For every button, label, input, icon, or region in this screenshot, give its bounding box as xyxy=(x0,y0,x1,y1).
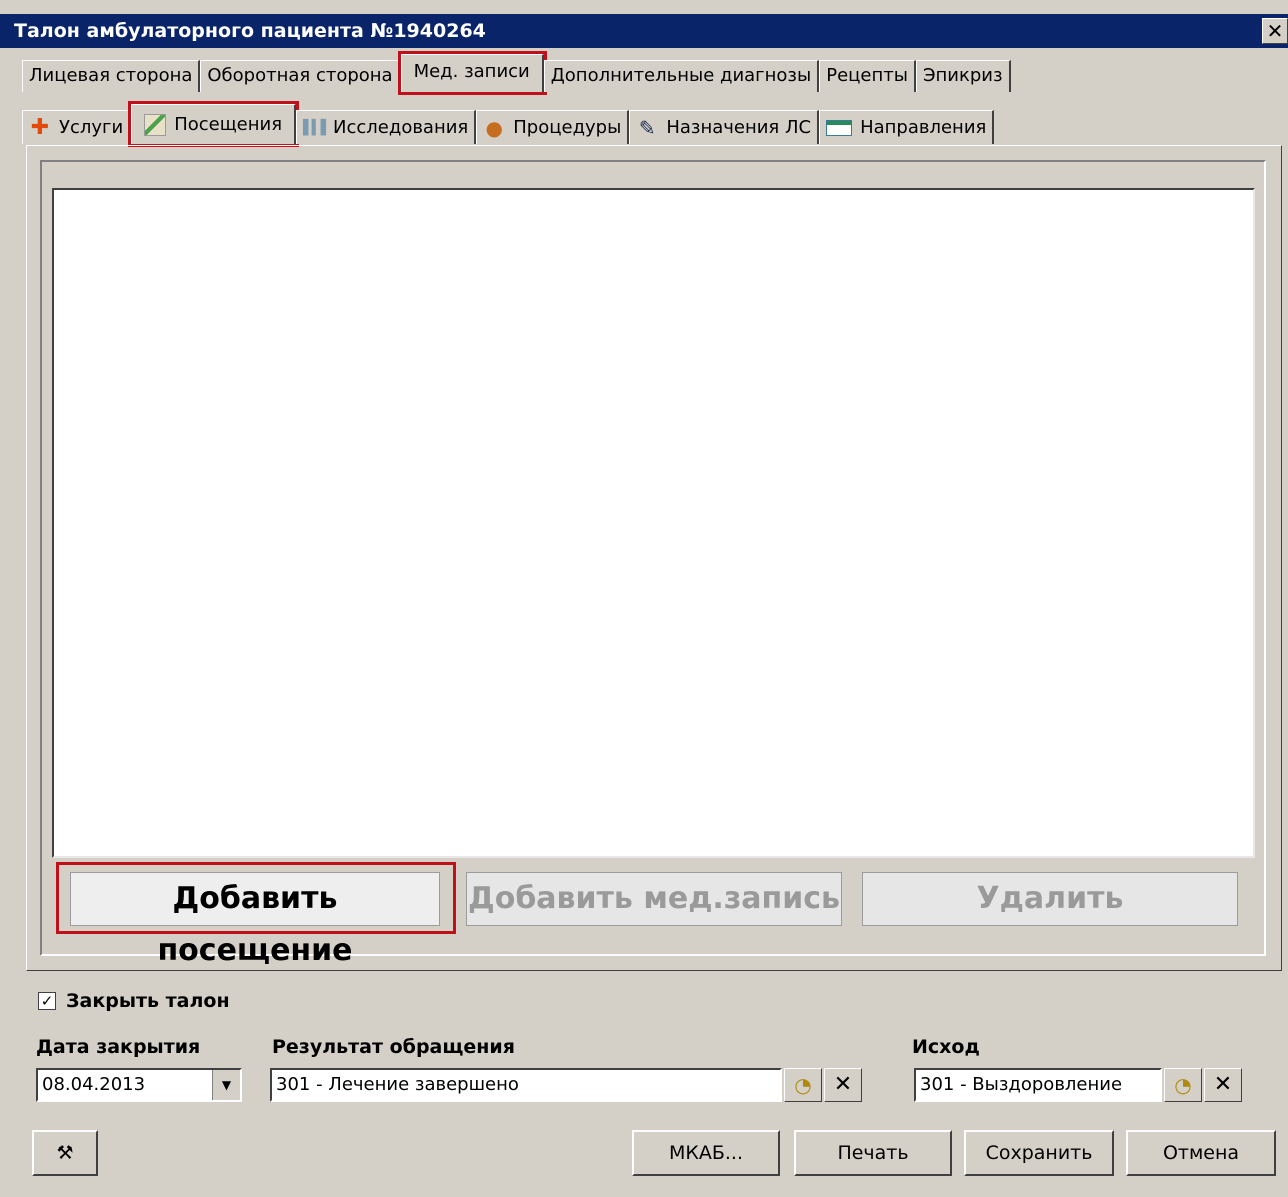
visit-icon xyxy=(144,113,167,136)
close-date-label: Дата закрытия xyxy=(36,1036,201,1058)
close-date-field[interactable]: 08.04.2013 ▼ xyxy=(36,1068,242,1102)
medical-cross-icon: ✚ xyxy=(30,114,50,140)
close-button[interactable]: ✕ xyxy=(1262,18,1288,44)
close-icon: ✕ xyxy=(1213,1072,1233,1097)
tab-prescriptions[interactable]: Рецепты xyxy=(819,60,916,92)
visits-list[interactable] xyxy=(52,188,1255,858)
print-button[interactable]: Печать xyxy=(794,1130,952,1176)
tab-front-side[interactable]: Лицевая сторона xyxy=(22,60,201,92)
cancel-button[interactable]: Отмена xyxy=(1126,1130,1276,1176)
outcome-label: Исход xyxy=(912,1036,980,1058)
close-ticket-checkbox-row[interactable]: ✓ Закрыть талон xyxy=(38,990,230,1012)
tab-services[interactable]: ✚ Услуги xyxy=(22,110,132,144)
chart-bars-icon: ▌▍▌ xyxy=(303,119,331,136)
main-tabs: Лицевая сторона Оборотная сторона Мед. з… xyxy=(22,51,1011,95)
lookup-icon: ◔ xyxy=(794,1073,812,1097)
window-title: Талон амбулаторного пациента №1940264 xyxy=(14,20,486,42)
tab-additional-diagnoses[interactable]: Дополнительные диагнозы xyxy=(543,60,820,92)
tools-button[interactable]: ⚒ xyxy=(32,1130,98,1176)
sub-tabs: ✚ Услуги Посещения ▌▍▌ Исследования ● Пр… xyxy=(22,101,995,147)
result-clear-button[interactable]: ✕ xyxy=(824,1068,862,1102)
syringe-icon: ✎ xyxy=(638,115,656,140)
tools-icon: ⚒ xyxy=(56,1142,74,1164)
outcome-clear-button[interactable]: ✕ xyxy=(1204,1068,1242,1102)
add-med-record-button[interactable]: Добавить мед.запись xyxy=(466,872,842,926)
tab-visits[interactable]: Посещения xyxy=(128,101,300,147)
close-ticket-checkbox[interactable]: ✓ xyxy=(38,992,56,1010)
tab-epicrisis[interactable]: Эпикриз xyxy=(915,60,1011,92)
tab-procedures[interactable]: ● Процедуры xyxy=(476,110,630,144)
close-icon: ✕ xyxy=(1266,19,1284,43)
result-field[interactable]: 301 - Лечение завершено xyxy=(270,1068,782,1102)
outcome-lookup-button[interactable]: ◔ xyxy=(1164,1068,1202,1102)
lookup-icon: ◔ xyxy=(1174,1073,1192,1097)
tab-referrals[interactable]: Направления xyxy=(819,110,995,144)
tab-back-side[interactable]: Оборотная сторона xyxy=(200,60,401,92)
tab-drug-prescriptions[interactable]: ✎ Назначения ЛС xyxy=(629,110,820,144)
document-icon xyxy=(826,119,853,136)
window-titlebar: Талон амбулаторного пациента №1940264 ✕ xyxy=(0,14,1288,48)
save-button[interactable]: Сохранить xyxy=(964,1130,1114,1176)
close-icon: ✕ xyxy=(833,1072,853,1097)
chevron-down-icon[interactable]: ▼ xyxy=(212,1070,240,1100)
result-label: Результат обращения xyxy=(272,1036,515,1058)
person-icon: ● xyxy=(485,115,503,140)
close-ticket-label: Закрыть талон xyxy=(66,990,230,1012)
result-lookup-button[interactable]: ◔ xyxy=(784,1068,822,1102)
delete-button[interactable]: Удалить xyxy=(862,872,1238,926)
add-visit-button[interactable]: Добавить посещение xyxy=(70,872,440,968)
outcome-field[interactable]: 301 - Выздоровление xyxy=(914,1068,1162,1102)
tab-med-records[interactable]: Мед. записи xyxy=(397,51,547,95)
tab-research[interactable]: ▌▍▌ Исследования xyxy=(296,110,477,144)
mkab-button[interactable]: МКАБ... xyxy=(632,1130,780,1176)
